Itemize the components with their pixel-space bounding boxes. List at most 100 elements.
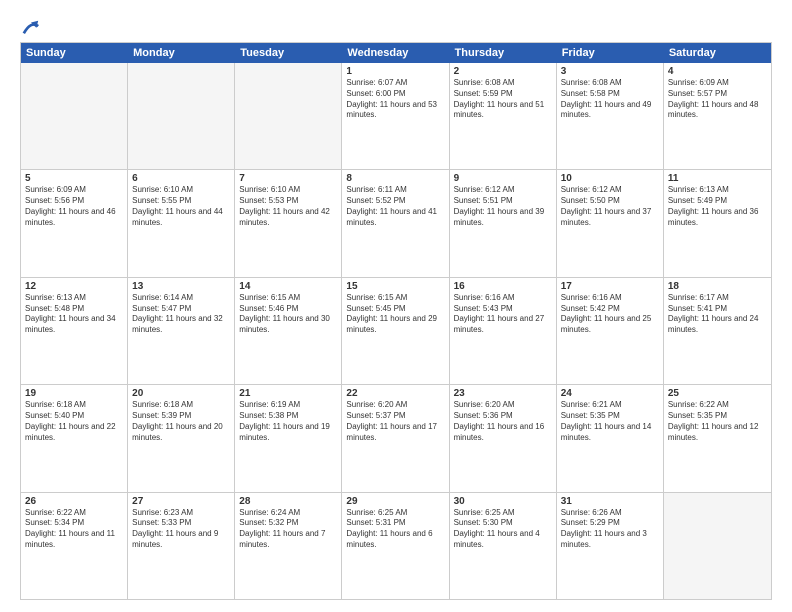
- weekday-header: Saturday: [664, 43, 771, 63]
- day-number: 31: [561, 496, 659, 507]
- cell-info: Sunrise: 6:12 AM Sunset: 5:50 PM Dayligh…: [561, 185, 659, 228]
- calendar-cell: 12Sunrise: 6:13 AM Sunset: 5:48 PM Dayli…: [21, 278, 128, 384]
- calendar-row: 1Sunrise: 6:07 AM Sunset: 6:00 PM Daylig…: [21, 63, 771, 170]
- calendar-row: 5Sunrise: 6:09 AM Sunset: 5:56 PM Daylig…: [21, 170, 771, 277]
- weekday-header: Monday: [128, 43, 235, 63]
- calendar-cell: 5Sunrise: 6:09 AM Sunset: 5:56 PM Daylig…: [21, 170, 128, 276]
- cell-info: Sunrise: 6:22 AM Sunset: 5:35 PM Dayligh…: [668, 400, 767, 443]
- cell-info: Sunrise: 6:25 AM Sunset: 5:31 PM Dayligh…: [346, 508, 444, 551]
- calendar-cell: 24Sunrise: 6:21 AM Sunset: 5:35 PM Dayli…: [557, 385, 664, 491]
- cell-info: Sunrise: 6:13 AM Sunset: 5:48 PM Dayligh…: [25, 293, 123, 336]
- calendar-cell: 4Sunrise: 6:09 AM Sunset: 5:57 PM Daylig…: [664, 63, 771, 169]
- calendar-cell: 7Sunrise: 6:10 AM Sunset: 5:53 PM Daylig…: [235, 170, 342, 276]
- cell-info: Sunrise: 6:17 AM Sunset: 5:41 PM Dayligh…: [668, 293, 767, 336]
- calendar-cell: 3Sunrise: 6:08 AM Sunset: 5:58 PM Daylig…: [557, 63, 664, 169]
- calendar-cell: 25Sunrise: 6:22 AM Sunset: 5:35 PM Dayli…: [664, 385, 771, 491]
- day-number: 2: [454, 66, 552, 77]
- day-number: 22: [346, 388, 444, 399]
- calendar-body: 1Sunrise: 6:07 AM Sunset: 6:00 PM Daylig…: [21, 63, 771, 599]
- cell-info: Sunrise: 6:23 AM Sunset: 5:33 PM Dayligh…: [132, 508, 230, 551]
- cell-info: Sunrise: 6:14 AM Sunset: 5:47 PM Dayligh…: [132, 293, 230, 336]
- cell-info: Sunrise: 6:15 AM Sunset: 5:45 PM Dayligh…: [346, 293, 444, 336]
- day-number: 5: [25, 173, 123, 184]
- calendar-cell: [128, 63, 235, 169]
- calendar-cell: 27Sunrise: 6:23 AM Sunset: 5:33 PM Dayli…: [128, 493, 235, 599]
- header: [20, 18, 772, 36]
- day-number: 3: [561, 66, 659, 77]
- cell-info: Sunrise: 6:10 AM Sunset: 5:55 PM Dayligh…: [132, 185, 230, 228]
- day-number: 18: [668, 281, 767, 292]
- cell-info: Sunrise: 6:12 AM Sunset: 5:51 PM Dayligh…: [454, 185, 552, 228]
- cell-info: Sunrise: 6:16 AM Sunset: 5:42 PM Dayligh…: [561, 293, 659, 336]
- calendar-cell: 29Sunrise: 6:25 AM Sunset: 5:31 PM Dayli…: [342, 493, 449, 599]
- calendar-cell: 17Sunrise: 6:16 AM Sunset: 5:42 PM Dayli…: [557, 278, 664, 384]
- day-number: 6: [132, 173, 230, 184]
- cell-info: Sunrise: 6:16 AM Sunset: 5:43 PM Dayligh…: [454, 293, 552, 336]
- weekday-header: Wednesday: [342, 43, 449, 63]
- calendar-cell: 20Sunrise: 6:18 AM Sunset: 5:39 PM Dayli…: [128, 385, 235, 491]
- day-number: 1: [346, 66, 444, 77]
- day-number: 15: [346, 281, 444, 292]
- weekday-header: Tuesday: [235, 43, 342, 63]
- day-number: 17: [561, 281, 659, 292]
- calendar-cell: 11Sunrise: 6:13 AM Sunset: 5:49 PM Dayli…: [664, 170, 771, 276]
- day-number: 8: [346, 173, 444, 184]
- day-number: 23: [454, 388, 552, 399]
- calendar: SundayMondayTuesdayWednesdayThursdayFrid…: [20, 42, 772, 600]
- cell-info: Sunrise: 6:15 AM Sunset: 5:46 PM Dayligh…: [239, 293, 337, 336]
- cell-info: Sunrise: 6:13 AM Sunset: 5:49 PM Dayligh…: [668, 185, 767, 228]
- cell-info: Sunrise: 6:19 AM Sunset: 5:38 PM Dayligh…: [239, 400, 337, 443]
- day-number: 11: [668, 173, 767, 184]
- calendar-cell: 9Sunrise: 6:12 AM Sunset: 5:51 PM Daylig…: [450, 170, 557, 276]
- cell-info: Sunrise: 6:08 AM Sunset: 5:59 PM Dayligh…: [454, 78, 552, 121]
- day-number: 28: [239, 496, 337, 507]
- calendar-cell: 13Sunrise: 6:14 AM Sunset: 5:47 PM Dayli…: [128, 278, 235, 384]
- calendar-cell: 6Sunrise: 6:10 AM Sunset: 5:55 PM Daylig…: [128, 170, 235, 276]
- calendar-cell: 31Sunrise: 6:26 AM Sunset: 5:29 PM Dayli…: [557, 493, 664, 599]
- cell-info: Sunrise: 6:26 AM Sunset: 5:29 PM Dayligh…: [561, 508, 659, 551]
- day-number: 26: [25, 496, 123, 507]
- cell-info: Sunrise: 6:18 AM Sunset: 5:40 PM Dayligh…: [25, 400, 123, 443]
- calendar-row: 26Sunrise: 6:22 AM Sunset: 5:34 PM Dayli…: [21, 493, 771, 599]
- day-number: 9: [454, 173, 552, 184]
- calendar-cell: 10Sunrise: 6:12 AM Sunset: 5:50 PM Dayli…: [557, 170, 664, 276]
- day-number: 20: [132, 388, 230, 399]
- cell-info: Sunrise: 6:09 AM Sunset: 5:57 PM Dayligh…: [668, 78, 767, 121]
- calendar-cell: [235, 63, 342, 169]
- cell-info: Sunrise: 6:11 AM Sunset: 5:52 PM Dayligh…: [346, 185, 444, 228]
- calendar-cell: 19Sunrise: 6:18 AM Sunset: 5:40 PM Dayli…: [21, 385, 128, 491]
- calendar-cell: 28Sunrise: 6:24 AM Sunset: 5:32 PM Dayli…: [235, 493, 342, 599]
- cell-info: Sunrise: 6:07 AM Sunset: 6:00 PM Dayligh…: [346, 78, 444, 121]
- logo: [20, 18, 40, 36]
- day-number: 7: [239, 173, 337, 184]
- day-number: 16: [454, 281, 552, 292]
- logo-icon: [22, 18, 40, 36]
- calendar-cell: 23Sunrise: 6:20 AM Sunset: 5:36 PM Dayli…: [450, 385, 557, 491]
- day-number: 13: [132, 281, 230, 292]
- cell-info: Sunrise: 6:09 AM Sunset: 5:56 PM Dayligh…: [25, 185, 123, 228]
- cell-info: Sunrise: 6:24 AM Sunset: 5:32 PM Dayligh…: [239, 508, 337, 551]
- calendar-cell: 14Sunrise: 6:15 AM Sunset: 5:46 PM Dayli…: [235, 278, 342, 384]
- calendar-row: 12Sunrise: 6:13 AM Sunset: 5:48 PM Dayli…: [21, 278, 771, 385]
- calendar-cell: 16Sunrise: 6:16 AM Sunset: 5:43 PM Dayli…: [450, 278, 557, 384]
- cell-info: Sunrise: 6:20 AM Sunset: 5:36 PM Dayligh…: [454, 400, 552, 443]
- calendar-cell: 18Sunrise: 6:17 AM Sunset: 5:41 PM Dayli…: [664, 278, 771, 384]
- calendar-row: 19Sunrise: 6:18 AM Sunset: 5:40 PM Dayli…: [21, 385, 771, 492]
- calendar-cell: [664, 493, 771, 599]
- day-number: 21: [239, 388, 337, 399]
- day-number: 25: [668, 388, 767, 399]
- day-number: 14: [239, 281, 337, 292]
- day-number: 10: [561, 173, 659, 184]
- calendar-cell: 21Sunrise: 6:19 AM Sunset: 5:38 PM Dayli…: [235, 385, 342, 491]
- calendar-cell: 26Sunrise: 6:22 AM Sunset: 5:34 PM Dayli…: [21, 493, 128, 599]
- cell-info: Sunrise: 6:22 AM Sunset: 5:34 PM Dayligh…: [25, 508, 123, 551]
- weekday-header: Thursday: [450, 43, 557, 63]
- cell-info: Sunrise: 6:10 AM Sunset: 5:53 PM Dayligh…: [239, 185, 337, 228]
- day-number: 29: [346, 496, 444, 507]
- day-number: 30: [454, 496, 552, 507]
- cell-info: Sunrise: 6:08 AM Sunset: 5:58 PM Dayligh…: [561, 78, 659, 121]
- calendar-cell: 2Sunrise: 6:08 AM Sunset: 5:59 PM Daylig…: [450, 63, 557, 169]
- day-number: 19: [25, 388, 123, 399]
- cell-info: Sunrise: 6:21 AM Sunset: 5:35 PM Dayligh…: [561, 400, 659, 443]
- weekday-header: Sunday: [21, 43, 128, 63]
